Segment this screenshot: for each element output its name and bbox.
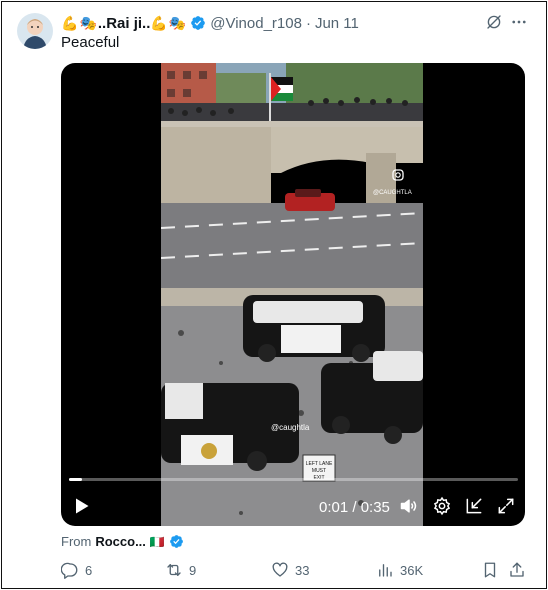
masks-emoji: 🎭 bbox=[79, 15, 97, 31]
action-bar: 6 9 33 36K bbox=[61, 561, 531, 581]
masks-emoji: 🎭 bbox=[168, 15, 187, 31]
tweet-card: 💪 🎭 ..Rai ji.. 💪 🎭 @Vinod_r108 · Jun 11 … bbox=[1, 1, 547, 589]
reply-icon bbox=[61, 562, 78, 579]
like-button[interactable]: 33 bbox=[271, 561, 309, 579]
views-button[interactable]: 36K bbox=[376, 561, 423, 579]
video-frame: LEFT LANE MUST EXIT @CAUGHTLA @caughtla bbox=[161, 63, 423, 526]
author-display-name[interactable]: 💪 🎭 ..Rai ji.. 💪 🎭 bbox=[61, 15, 187, 32]
video-attribution: From Rocco... 🇮🇹 bbox=[61, 534, 184, 549]
verified-badge-icon bbox=[169, 535, 183, 548]
repost-icon bbox=[167, 564, 181, 576]
fullscreen-icon[interactable] bbox=[496, 496, 516, 516]
tweet-header: 💪 🎭 ..Rai ji.. 💪 🎭 @Vinod_r108 · Jun 11 bbox=[61, 13, 359, 33]
repost-button[interactable]: 9 bbox=[165, 561, 196, 579]
verified-badge-icon bbox=[191, 16, 206, 30]
play-icon[interactable] bbox=[71, 496, 91, 516]
svg-text:MUST: MUST bbox=[312, 468, 326, 474]
attribution-prefix: From bbox=[61, 534, 92, 549]
share-icon bbox=[510, 562, 524, 577]
reply-count: 6 bbox=[85, 562, 93, 578]
flexed-biceps-emoji: 💪 bbox=[150, 15, 168, 31]
attribution-flag: 🇮🇹 bbox=[149, 534, 165, 549]
video-progress-bar[interactable] bbox=[69, 478, 518, 481]
author-avatar[interactable] bbox=[17, 13, 53, 49]
grok-icon[interactable] bbox=[485, 13, 503, 31]
repost-count: 9 bbox=[189, 562, 197, 578]
views-chart-icon bbox=[379, 564, 392, 577]
author-name: ..Rai ji.. bbox=[97, 14, 151, 32]
tweet-date[interactable]: Jun 11 bbox=[315, 15, 359, 32]
like-count: 33 bbox=[295, 562, 310, 578]
separator-dot: · bbox=[305, 14, 311, 32]
svg-text:LEFT LANE: LEFT LANE bbox=[306, 461, 333, 467]
views-count: 36K bbox=[400, 562, 424, 578]
video-time: 0:01 / 0:35 bbox=[319, 499, 390, 516]
bookmark-button[interactable] bbox=[481, 561, 499, 579]
attribution-name[interactable]: Rocco... bbox=[95, 534, 146, 549]
picture-in-picture-icon[interactable] bbox=[464, 496, 484, 516]
more-icon[interactable] bbox=[510, 13, 528, 31]
reply-button[interactable]: 6 bbox=[61, 561, 92, 579]
flexed-biceps-emoji: 💪 bbox=[61, 15, 79, 31]
bookmark-icon bbox=[484, 562, 496, 578]
heart-icon bbox=[272, 562, 288, 577]
author-handle[interactable]: @Vinod_r108 bbox=[210, 15, 302, 32]
watermark-mid: @caughtla bbox=[271, 423, 310, 432]
video-player[interactable]: LEFT LANE MUST EXIT @CAUGHTLA @caughtla … bbox=[61, 63, 525, 526]
tweet-text: Peaceful bbox=[61, 34, 120, 51]
watermark-top: @CAUGHTLA bbox=[373, 190, 412, 196]
share-button[interactable] bbox=[508, 561, 526, 579]
settings-gear-icon[interactable] bbox=[432, 496, 452, 516]
volume-icon[interactable] bbox=[399, 496, 419, 516]
video-progress-fill bbox=[69, 478, 83, 481]
